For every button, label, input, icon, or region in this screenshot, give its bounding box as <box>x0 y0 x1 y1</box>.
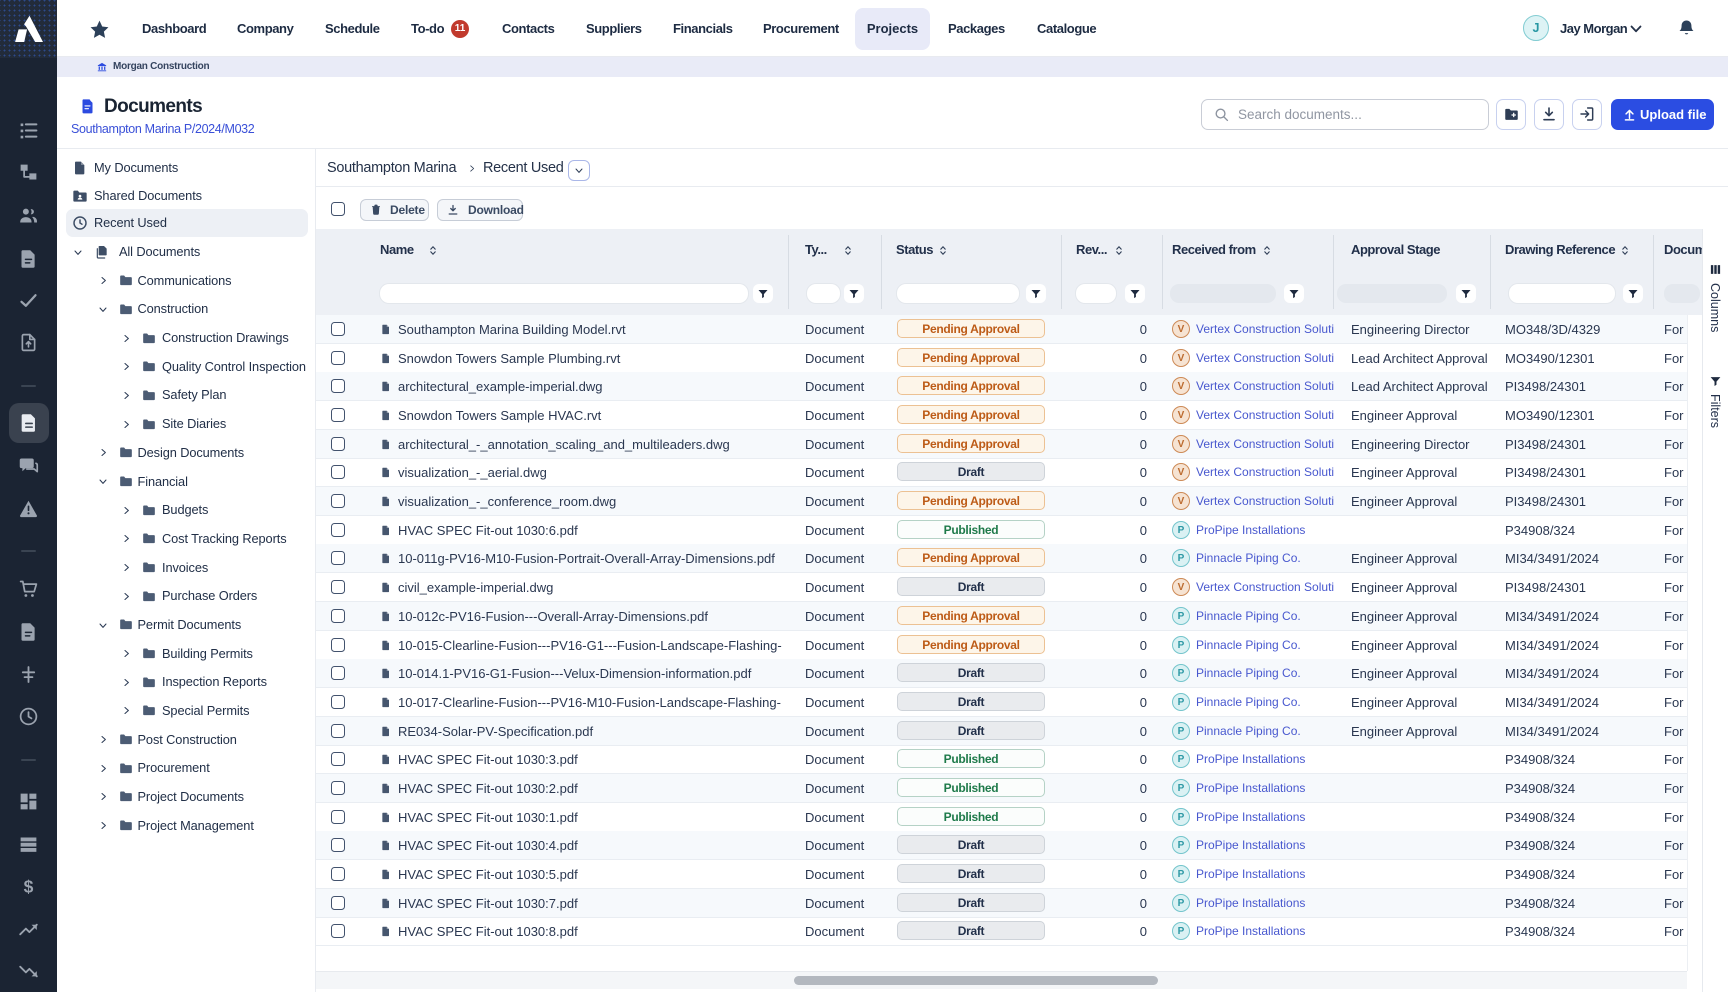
svg-text:$: $ <box>24 877 34 897</box>
